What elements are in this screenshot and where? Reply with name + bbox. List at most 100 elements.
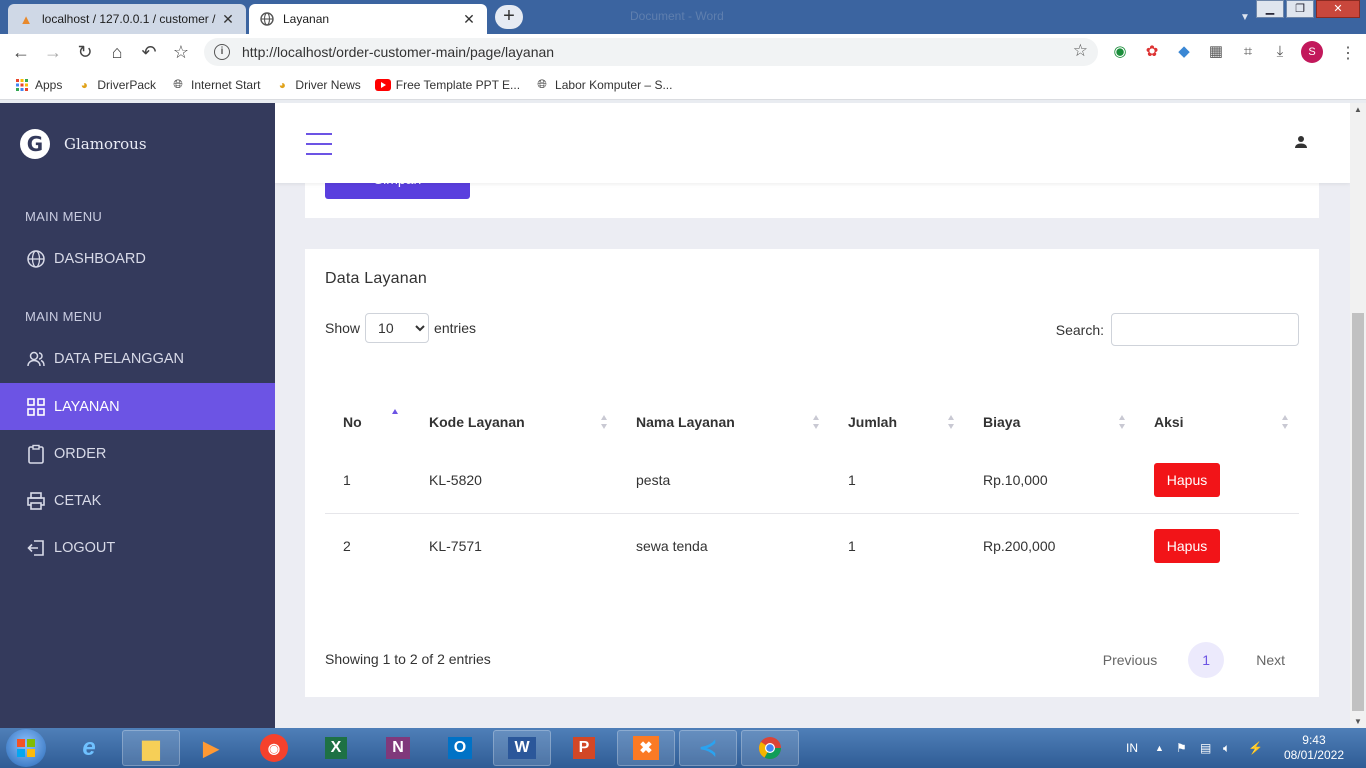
xampp-icon[interactable]: ✖ (617, 730, 675, 766)
user-icon[interactable] (1294, 135, 1308, 154)
cell-aksi: Hapus (1136, 513, 1299, 579)
download-icon[interactable]: ⤓ (1271, 43, 1289, 61)
card-title: Data Layanan (325, 270, 428, 287)
column-header-no[interactable]: No (325, 397, 411, 447)
cell-jumlah: 1 (830, 447, 965, 514)
new-tab-button[interactable]: + (495, 5, 523, 29)
hapus-button[interactable]: Hapus (1154, 462, 1220, 497)
close-window-button[interactable]: ✕ (1316, 0, 1360, 18)
length-suffix: entries (434, 320, 477, 336)
tab-layanan[interactable]: Layanan ✕ (249, 4, 487, 34)
column-header-nama-layanan[interactable]: Nama Layanan (618, 397, 830, 447)
language-indicator[interactable]: IN (1126, 728, 1138, 768)
tab-search-icon[interactable]: ▼ (1240, 12, 1250, 23)
sidebar-item-layanan[interactable]: LAYANAN (0, 383, 275, 430)
sidebar: G Glamorous MAIN MENU DASHBOARD MAIN MEN… (0, 103, 275, 728)
search-input[interactable] (1111, 313, 1299, 346)
sort-ascending-icon (392, 409, 398, 414)
word-icon[interactable]: W (493, 730, 551, 766)
extension-bird-icon[interactable]: ◆ (1175, 43, 1193, 61)
tab-title: localhost / 127.0.0.1 / customer / (42, 12, 216, 26)
main-content: Simpan Data Layanan Show 10 25 50 100 en… (275, 103, 1350, 728)
cell-jumlah: 1 (848, 538, 856, 555)
bookmark-labor-komputer[interactable]: 🌐︎ Labor Komputer – S... (534, 77, 672, 93)
pagination-page-1[interactable]: 1 (1188, 642, 1225, 678)
column-header-kode-layanan[interactable]: Kode Layanan (411, 397, 618, 447)
windows-taskbar: e ▆ ▶ ◉ X N O W P ✖ ≺ IN ▲ ⚑ ▤ 🔈︎ ⚡ 9:43… (0, 728, 1366, 768)
internet-explorer-icon[interactable]: e (60, 730, 118, 766)
power-icon[interactable]: ⚡ (1248, 728, 1263, 768)
hamburger-menu-icon[interactable] (306, 133, 332, 163)
media-player-icon[interactable]: ▶ (182, 730, 240, 766)
tab-phpmyadmin[interactable]: ▲ localhost / 127.0.0.1 / customer / ✕ (8, 4, 246, 34)
scrollbar-thumb[interactable] (1352, 313, 1364, 711)
undo-icon[interactable]: ↶ (137, 40, 161, 64)
excel-icon[interactable]: X (307, 730, 365, 766)
forward-icon[interactable]: → (41, 40, 65, 64)
camera-app-icon[interactable]: ◉ (245, 730, 303, 766)
extension-globe-icon[interactable]: ◉ (1111, 43, 1129, 61)
bookmark-internet-start[interactable]: 🌐︎ Internet Start (170, 77, 260, 93)
hapus-button[interactable]: Hapus (1154, 529, 1220, 564)
entries-select[interactable]: 10 25 50 100 (365, 313, 430, 343)
crop-icon[interactable]: ⌗ (1239, 43, 1257, 61)
pagination-previous[interactable]: Previous (1089, 652, 1171, 668)
sidebar-item-data-pelanggan[interactable]: DATA PELANGGAN (0, 335, 275, 382)
scroll-up-arrow-icon[interactable]: ▲ (1350, 105, 1366, 114)
chrome-icon[interactable] (741, 730, 799, 766)
network-icon[interactable]: ▤ (1200, 728, 1211, 768)
bookmark-label: Internet Start (191, 77, 261, 92)
home-icon[interactable]: ⌂ (105, 40, 129, 64)
volume-icon[interactable]: 🔈︎ (1223, 728, 1230, 768)
address-bar[interactable]: i http://localhost/order-customer-main/p… (204, 38, 1098, 66)
column-header-aksi[interactable]: Aksi (1136, 397, 1299, 447)
scroll-down-arrow-icon[interactable]: ▼ (1350, 717, 1366, 726)
clock-time: 9:43 (1302, 733, 1326, 747)
menu-kebab-icon[interactable]: ⋮ (1340, 43, 1356, 63)
extensions-grid-icon[interactable]: ▦ (1207, 43, 1225, 61)
file-explorer-icon[interactable]: ▆ (122, 730, 180, 766)
brand-name: Glamorous (64, 135, 147, 153)
column-header-jumlah[interactable]: Jumlah (830, 397, 965, 447)
close-tab-icon[interactable]: ✕ (461, 11, 477, 28)
reload-icon[interactable]: ↻ (73, 40, 97, 64)
window-controls: ▁ ❐ ✕ (1254, 0, 1360, 18)
length-prefix: Show (325, 320, 361, 336)
bookmark-free-template[interactable]: Free Template PPT E... (374, 77, 521, 93)
bookmark-driver-news[interactable]: ◕ Driver News (274, 77, 361, 93)
profile-avatar[interactable]: S (1301, 41, 1323, 63)
sort-both-icon (601, 415, 607, 429)
search-label: Search: (1055, 321, 1104, 338)
sidebar-item-order[interactable]: ORDER (0, 430, 275, 477)
tray-expand-icon[interactable]: ▲ (1155, 728, 1164, 768)
clock[interactable]: 9:43 08/01/2022 (1284, 733, 1344, 763)
outlook-icon[interactable]: O (431, 730, 489, 766)
sidebar-item-dashboard[interactable]: DASHBOARD (0, 235, 275, 282)
bookmark-page-icon[interactable]: ☆ (1073, 41, 1088, 61)
maximize-button[interactable]: ❐ (1286, 0, 1314, 18)
action-center-flag-icon[interactable]: ⚑ (1176, 728, 1187, 768)
layanan-table: No Kode Layanan Nama Layanan Jumlah Biay… (325, 397, 1299, 579)
pagination-next[interactable]: Next (1242, 652, 1299, 668)
bookmark-driverpack[interactable]: ◕ DriverPack (76, 77, 156, 93)
bookmark-label: Free Template PPT E... (395, 77, 521, 92)
globe-icon: 🌐︎ (173, 77, 183, 91)
back-icon[interactable]: ← (9, 40, 33, 64)
powerpoint-icon[interactable]: P (555, 730, 613, 766)
minimize-button[interactable]: ▁ (1256, 0, 1284, 18)
onenote-icon[interactable]: N (369, 730, 427, 766)
page-scrollbar[interactable]: ▲ ▼ (1350, 103, 1366, 728)
bookmark-apps[interactable]: Apps (14, 77, 62, 93)
start-button[interactable] (6, 729, 46, 767)
extension-color-icon[interactable]: ✿ (1143, 43, 1161, 61)
bookmark-star-icon[interactable]: ☆ (169, 40, 193, 64)
site-info-icon[interactable]: i (214, 44, 230, 60)
globe-icon (259, 11, 275, 27)
brand[interactable]: G Glamorous (20, 129, 147, 159)
close-tab-icon[interactable]: ✕ (220, 11, 236, 28)
column-header-biaya[interactable]: Biaya (965, 397, 1136, 447)
vscode-icon[interactable]: ≺ (679, 730, 737, 766)
sidebar-item-label: LOGOUT (54, 539, 116, 556)
sidebar-item-cetak[interactable]: CETAK (0, 477, 275, 524)
sidebar-item-logout[interactable]: LOGOUT (0, 524, 275, 571)
